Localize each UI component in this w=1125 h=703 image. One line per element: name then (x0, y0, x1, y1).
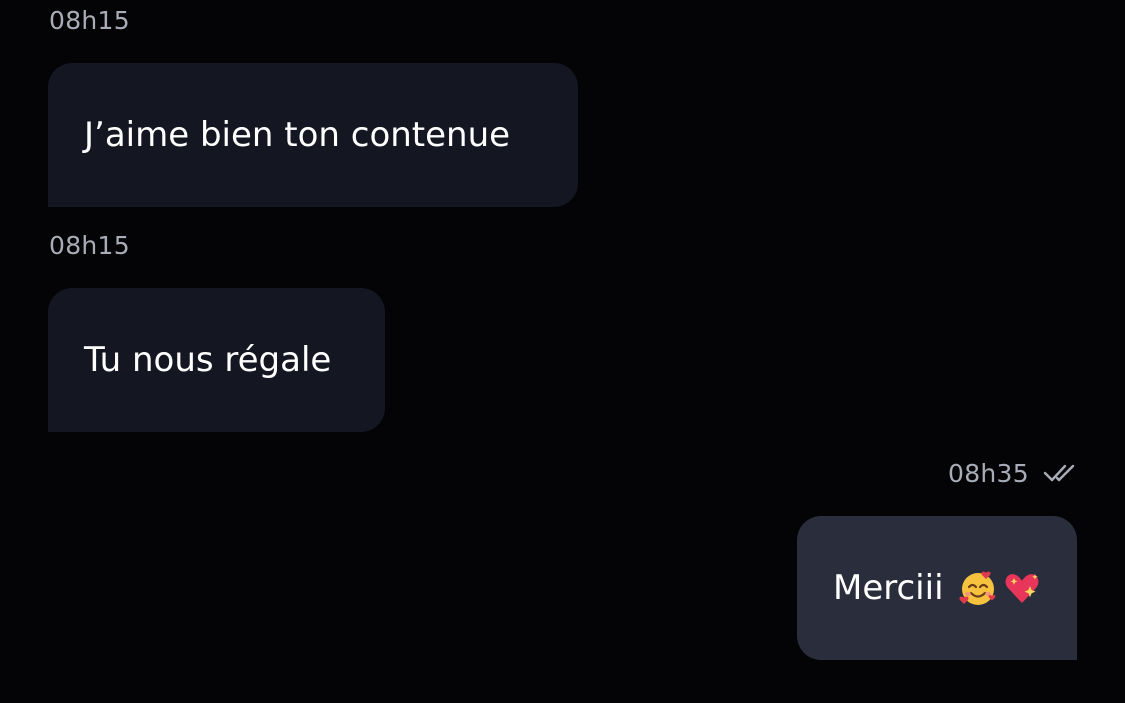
message-timestamp: 08h35 (948, 459, 1029, 488)
incoming-message-bubble[interactable]: Tu nous régale (48, 288, 385, 432)
message-text: Merciii (833, 568, 944, 608)
incoming-message-bubble[interactable]: J’aime bien ton contenue (48, 63, 578, 207)
chat-thread: 08h15 J’aime bien ton contenue 08h15 Tu … (0, 0, 1125, 703)
outgoing-message-bubble[interactable]: Merciii (797, 516, 1077, 660)
smiling-face-with-hearts-icon (958, 571, 995, 605)
message-text: J’aime bien ton contenue (84, 115, 511, 155)
sparkling-heart-icon (1005, 574, 1038, 603)
message-emojis (958, 568, 1042, 608)
message-timestamp: 08h15 (49, 231, 130, 260)
message-timestamp: 08h15 (49, 6, 130, 35)
double-check-read-icon (1043, 464, 1075, 482)
message-text: Tu nous régale (84, 340, 332, 380)
